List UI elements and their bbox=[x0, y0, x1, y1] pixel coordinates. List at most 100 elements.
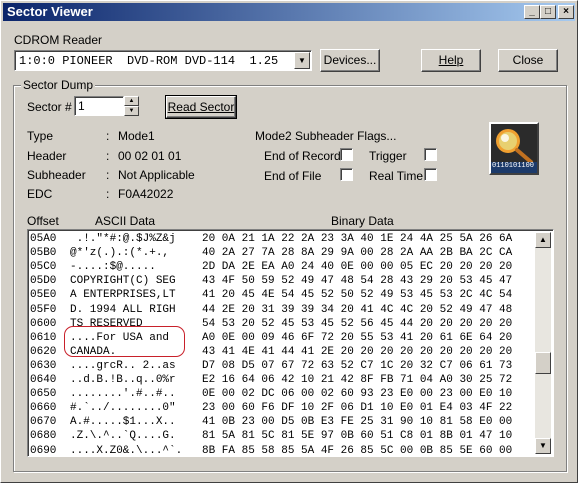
row-ascii: ....grcR.. 2..as bbox=[70, 359, 176, 372]
spin-up-button[interactable]: ▲ bbox=[124, 96, 139, 106]
end-of-file-label: End of File bbox=[264, 169, 322, 183]
binary-text: 0110101100 bbox=[492, 162, 535, 170]
row-ascii: -....:$@..... bbox=[70, 261, 156, 274]
edc-colon: : bbox=[106, 187, 110, 201]
row-binary: 40 2A 27 7A 28 8A 29 9A 00 28 2A AA 2B B… bbox=[202, 247, 513, 260]
end-of-record-checkbox[interactable] bbox=[340, 148, 353, 161]
row-binary: A0 0E 00 09 46 6F 72 20 55 53 41 20 61 6… bbox=[202, 331, 513, 344]
row-offset: 05B0 bbox=[30, 247, 57, 260]
row-binary: E2 16 64 06 42 10 21 42 8F FB 71 04 A0 3… bbox=[202, 374, 513, 386]
row-offset: 05E0 bbox=[30, 289, 57, 302]
close-window-button[interactable]: × bbox=[558, 5, 574, 19]
vertical-scrollbar[interactable]: ▲ ▼ bbox=[535, 232, 551, 454]
minimize-icon: _ bbox=[529, 6, 535, 17]
chevron-up-icon: ▲ bbox=[539, 235, 547, 244]
row-binary: 81 5A 81 5C 81 5E 97 0B 60 51 C8 01 8B 0… bbox=[202, 430, 513, 443]
close-button-label: Close bbox=[512, 53, 544, 67]
row-offset: 0650 bbox=[30, 388, 57, 401]
row-offset: 05F0 bbox=[30, 303, 57, 316]
maximize-icon: □ bbox=[544, 6, 552, 17]
scroll-down-button[interactable]: ▼ bbox=[535, 438, 551, 454]
read-sector-label: Read Sector bbox=[167, 100, 235, 114]
dropdown-arrow-button[interactable]: ▼ bbox=[294, 52, 310, 69]
read-sector-button[interactable]: Read Sector bbox=[165, 95, 237, 119]
row-ascii: @*'z(.).:(*.+., bbox=[70, 247, 170, 260]
usa-canada-highlight bbox=[64, 326, 185, 357]
row-ascii: D. 1994 ALL RIGH bbox=[70, 303, 176, 316]
header-label: Header bbox=[27, 149, 67, 163]
help-button[interactable]: Help bbox=[421, 49, 481, 72]
window-title: Sector Viewer bbox=[7, 4, 93, 19]
type-colon: : bbox=[106, 129, 110, 143]
sector-viewer-window: Sector Viewer _ □ × CDROM Reader 1:0:0 P… bbox=[0, 0, 578, 483]
maximize-button[interactable]: □ bbox=[540, 5, 556, 19]
row-binary: 43 41 4E 41 44 41 2E 20 20 20 20 20 20 2… bbox=[202, 345, 513, 358]
row-binary: 41 20 45 4E 54 45 52 50 52 49 53 45 53 2… bbox=[202, 289, 513, 302]
row-offset: 05A0 bbox=[30, 233, 57, 245]
row-ascii: ....X.Z0&.\...^`. bbox=[70, 444, 183, 457]
row-ascii: COPYRIGHT(C) SEG bbox=[70, 275, 176, 288]
subheader-colon: : bbox=[106, 168, 110, 182]
row-offset: 0630 bbox=[30, 359, 57, 372]
subheader-value: Not Applicable bbox=[118, 168, 195, 182]
sector-number-value: 1 bbox=[78, 99, 85, 113]
row-offset: 0640 bbox=[30, 374, 57, 386]
offset-column-header: Offset bbox=[27, 214, 59, 228]
row-offset: 0670 bbox=[30, 416, 57, 429]
row-binary: 2D DA 2E EA A0 24 40 0E 00 00 05 EC 20 2… bbox=[202, 261, 513, 274]
magnifier-binary-icon: 0110101100 bbox=[489, 122, 539, 175]
sector-number-label: Sector # bbox=[27, 100, 72, 114]
row-offset: 0690 bbox=[30, 444, 57, 457]
cdrom-device-select[interactable]: 1:0:0 PIONEER DVD-ROM DVD-114 1.25 ▼ bbox=[14, 50, 312, 71]
end-of-record-label: End of Record bbox=[264, 149, 341, 163]
sector-dump-label: Sector Dump bbox=[21, 78, 96, 92]
real-time-label: Real Time bbox=[369, 169, 424, 183]
type-value: Mode1 bbox=[118, 129, 155, 143]
row-binary: 54 53 20 52 45 53 45 52 56 45 44 20 20 2… bbox=[202, 317, 513, 330]
row-ascii: A.#.....$1...X.. bbox=[70, 416, 176, 429]
mode2-flags-title: Mode2 Subheader Flags... bbox=[255, 129, 397, 143]
type-label: Type bbox=[27, 129, 54, 143]
end-of-file-checkbox[interactable] bbox=[340, 168, 353, 181]
minimize-button[interactable]: _ bbox=[524, 5, 540, 19]
help-button-label: Help bbox=[438, 53, 464, 67]
chevron-down-icon: ▼ bbox=[539, 441, 547, 450]
sector-spinner[interactable]: ▲ ▼ bbox=[124, 96, 139, 116]
real-time-checkbox[interactable] bbox=[424, 168, 437, 181]
ascii-column-header: ASCII Data bbox=[95, 214, 156, 228]
devices-button[interactable]: Devices... bbox=[320, 49, 380, 72]
cdrom-reader-label: CDROM Reader bbox=[14, 33, 103, 47]
chevron-down-icon: ▼ bbox=[128, 108, 135, 114]
row-ascii: .Z.\.^..`Q....G. bbox=[70, 430, 176, 443]
row-binary: D7 08 D5 07 67 72 63 52 C7 1C 20 32 C7 0… bbox=[202, 359, 513, 372]
devices-button-label: Devices... bbox=[323, 53, 377, 67]
edc-value: F0A42022 bbox=[118, 187, 174, 201]
chevron-down-icon: ▼ bbox=[298, 56, 306, 65]
title-bar[interactable]: Sector Viewer _ □ × bbox=[3, 3, 575, 21]
spin-down-button[interactable]: ▼ bbox=[124, 106, 139, 116]
row-offset: 05D0 bbox=[30, 275, 57, 288]
row-offset: 0680 bbox=[30, 430, 57, 443]
row-ascii: A ENTERPRISES,LT bbox=[70, 289, 176, 302]
row-binary: 20 0A 21 1A 22 2A 23 3A 40 1E 24 4A 25 5… bbox=[202, 233, 513, 245]
header-value: 00 02 01 01 bbox=[118, 149, 182, 163]
chevron-up-icon: ▲ bbox=[128, 98, 135, 104]
row-ascii: #.`../........0" bbox=[70, 402, 176, 415]
row-ascii: ..d.B.!B..q..0%r bbox=[70, 374, 176, 386]
row-ascii: .!."*#:@.$J%Z&j bbox=[70, 233, 176, 245]
row-offset: 0600 bbox=[30, 317, 57, 330]
row-offset: 0660 bbox=[30, 402, 57, 415]
row-binary: 23 00 60 F6 DF 10 2F 06 D1 10 E0 01 E4 0… bbox=[202, 402, 513, 415]
scroll-thumb[interactable] bbox=[535, 352, 551, 374]
row-offset: 0620 bbox=[30, 345, 57, 358]
close-button[interactable]: Close bbox=[498, 49, 558, 72]
trigger-checkbox[interactable] bbox=[424, 148, 437, 161]
sector-number-input[interactable]: 1 bbox=[74, 96, 124, 116]
scroll-up-button[interactable]: ▲ bbox=[535, 232, 551, 248]
header-colon: : bbox=[106, 149, 110, 163]
row-offset: 05C0 bbox=[30, 261, 57, 274]
close-icon: × bbox=[563, 6, 569, 17]
row-binary: 41 0B 23 00 D5 0B E3 FE 25 31 90 10 81 5… bbox=[202, 416, 513, 429]
row-binary: 44 2E 20 31 39 39 34 20 41 4C 4C 20 52 4… bbox=[202, 303, 513, 316]
row-offset: 0610 bbox=[30, 331, 57, 344]
